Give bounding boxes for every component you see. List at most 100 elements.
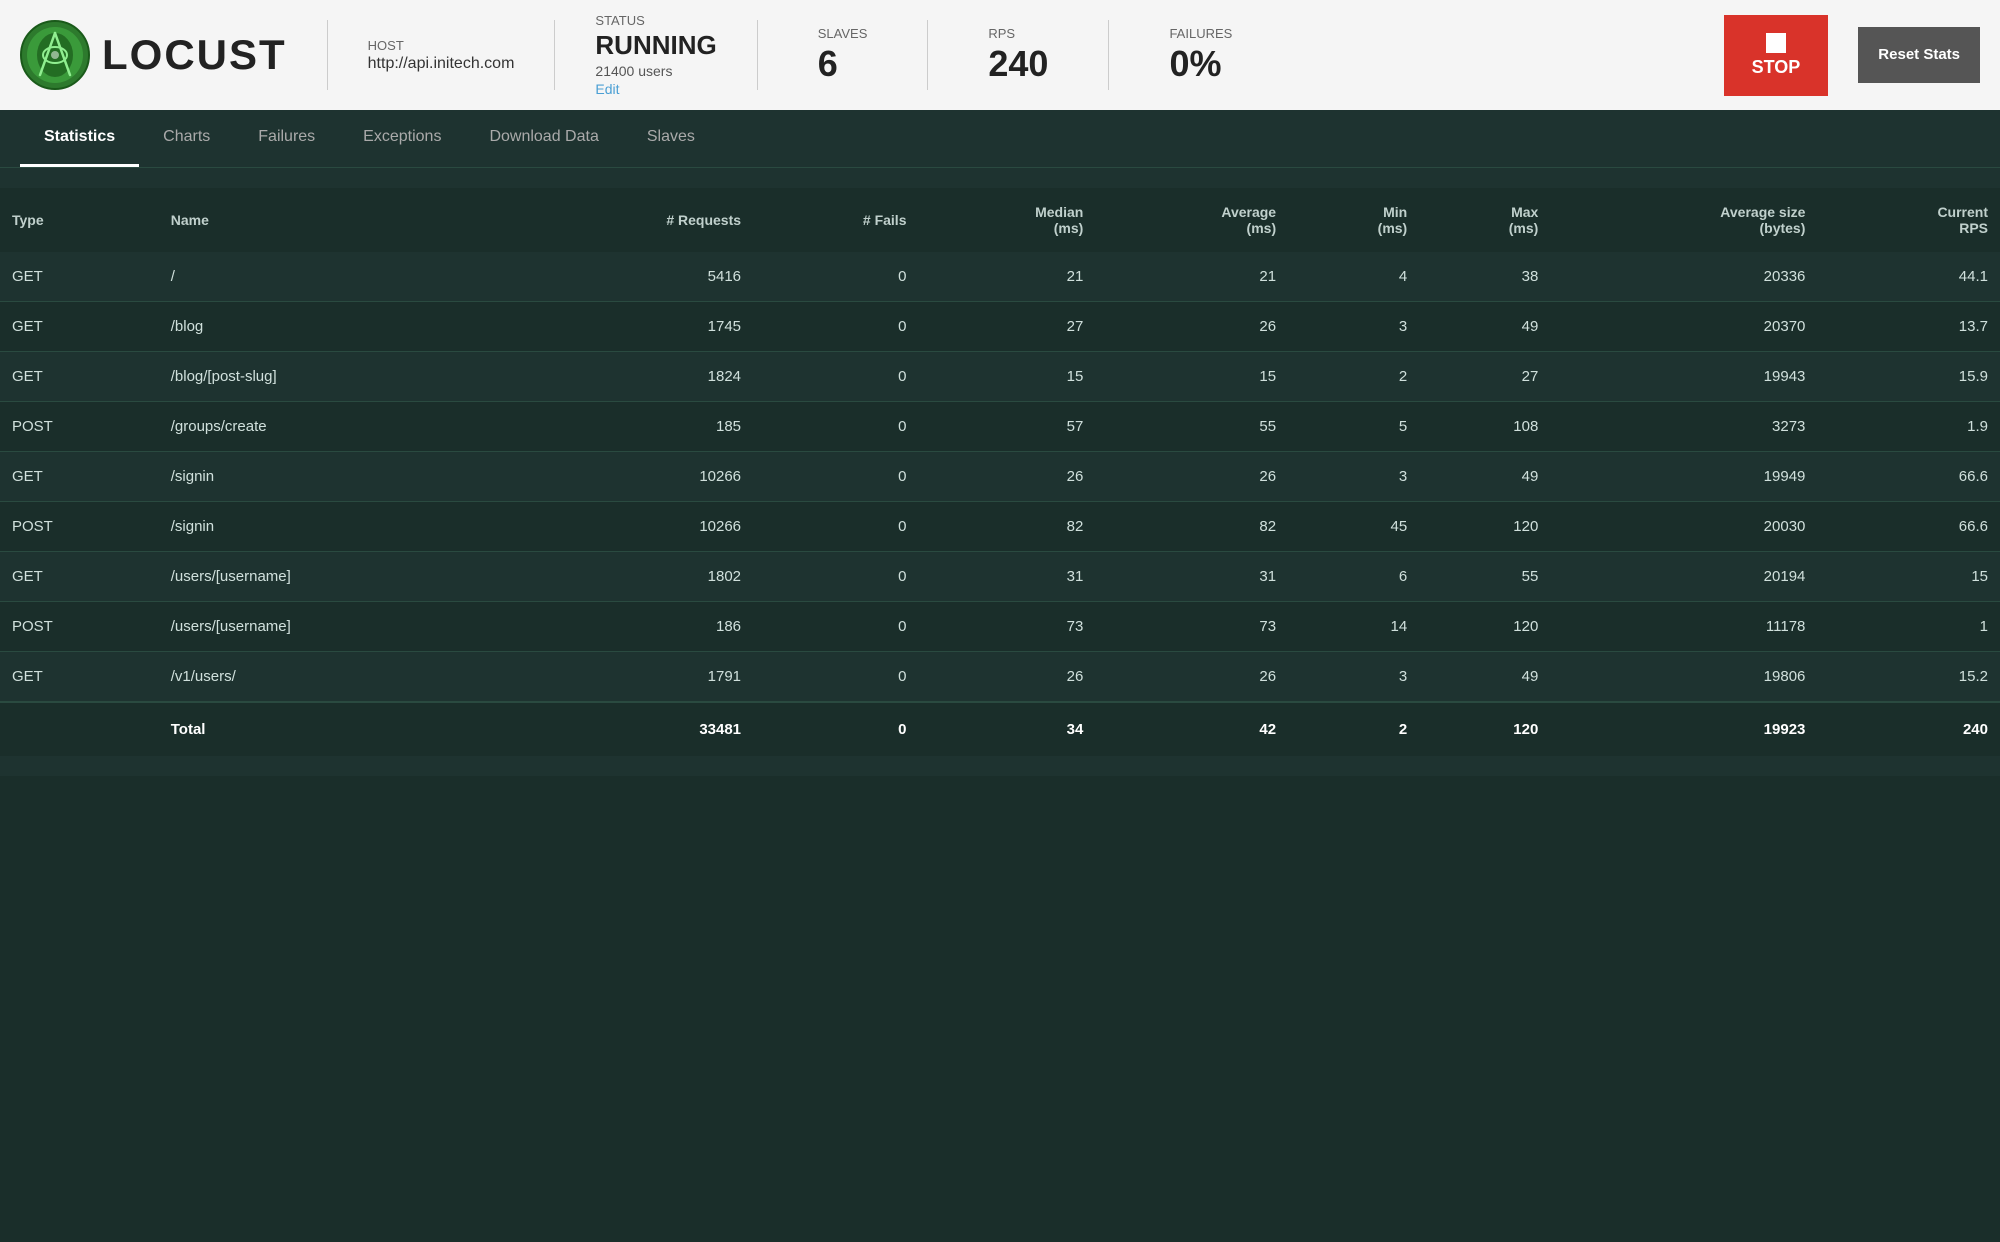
cell-min: 6 [1288,552,1419,602]
header: LOCUST HOST http://api.initech.com STATU… [0,0,2000,110]
statistics-table: Type Name # Requests # Fails Median(ms) … [0,188,2000,756]
cell-current-rps: 15.9 [1817,352,2000,402]
cell-current-rps: 66.6 [1817,452,2000,502]
tab-charts[interactable]: Charts [139,110,234,167]
cell-avg-size: 19806 [1550,652,1817,703]
cell-min: 3 [1288,452,1419,502]
cell-median: 31 [919,552,1096,602]
totals-current-rps: 240 [1817,702,2000,756]
cell-type: GET [0,252,159,302]
table-row: POST /signin 10266 0 82 82 45 120 20030 … [0,502,2000,552]
failures-block: FAILURES 0% [1149,26,1252,85]
cell-average: 55 [1095,402,1288,452]
cell-name: /signin [159,452,512,502]
cell-name: /blog/[post-slug] [159,352,512,402]
cell-requests: 1745 [511,302,753,352]
logo-icon [20,20,90,90]
cell-average: 26 [1095,452,1288,502]
cell-min: 45 [1288,502,1419,552]
status-edit-link[interactable]: Edit [595,81,716,97]
totals-fails: 0 [753,702,918,756]
tab-failures[interactable]: Failures [234,110,339,167]
rps-label: RPS [988,26,1048,41]
host-label: HOST [368,38,515,53]
header-divider-1 [327,20,328,90]
cell-type: GET [0,302,159,352]
totals-type-empty [0,702,159,756]
cell-min: 5 [1288,402,1419,452]
cell-requests: 5416 [511,252,753,302]
col-name: Name [159,188,512,252]
cell-max: 120 [1419,502,1550,552]
cell-type: GET [0,652,159,703]
cell-requests: 10266 [511,502,753,552]
cell-current-rps: 44.1 [1817,252,2000,302]
cell-max: 38 [1419,252,1550,302]
cell-max: 49 [1419,302,1550,352]
stop-icon [1766,33,1786,53]
stop-button[interactable]: STOP [1724,15,1829,96]
cell-min: 4 [1288,252,1419,302]
cell-requests: 1802 [511,552,753,602]
cell-type: POST [0,402,159,452]
cell-type: GET [0,352,159,402]
logo-area: LOCUST [20,20,287,90]
cell-fails: 0 [753,652,918,703]
cell-name: /groups/create [159,402,512,452]
cell-requests: 185 [511,402,753,452]
rps-value: 240 [988,43,1048,85]
table-header-row: Type Name # Requests # Fails Median(ms) … [0,188,2000,252]
cell-avg-size: 11178 [1550,602,1817,652]
cell-avg-size: 20370 [1550,302,1817,352]
cell-median: 21 [919,252,1096,302]
cell-max: 27 [1419,352,1550,402]
cell-type: GET [0,452,159,502]
cell-average: 26 [1095,302,1288,352]
cell-avg-size: 20194 [1550,552,1817,602]
cell-fails: 0 [753,502,918,552]
cell-average: 26 [1095,652,1288,703]
cell-median: 27 [919,302,1096,352]
col-type: Type [0,188,159,252]
status-label: STATUS [595,13,716,28]
cell-avg-size: 20336 [1550,252,1817,302]
tab-statistics[interactable]: Statistics [20,110,139,167]
totals-max: 120 [1419,702,1550,756]
cell-max: 108 [1419,402,1550,452]
tab-slaves[interactable]: Slaves [623,110,719,167]
table-row: GET /blog 1745 0 27 26 3 49 20370 13.7 [0,302,2000,352]
tab-download-data[interactable]: Download Data [465,110,622,167]
reset-stats-button[interactable]: Reset Stats [1858,27,1980,83]
cell-type: POST [0,602,159,652]
cell-fails: 0 [753,552,918,602]
cell-median: 82 [919,502,1096,552]
status-value: RUNNING [595,30,716,61]
cell-max: 49 [1419,652,1550,703]
stop-label: STOP [1752,57,1801,78]
header-divider-3 [757,20,758,90]
cell-fails: 0 [753,352,918,402]
status-block: STATUS RUNNING 21400 users Edit [595,13,716,97]
totals-requests: 33481 [511,702,753,756]
cell-max: 49 [1419,452,1550,502]
cell-current-rps: 15 [1817,552,2000,602]
cell-requests: 1791 [511,652,753,703]
cell-name: /blog [159,302,512,352]
status-users: 21400 users [595,63,716,79]
col-avg-size: Average size(bytes) [1550,188,1817,252]
table-row: GET /signin 10266 0 26 26 3 49 19949 66.… [0,452,2000,502]
cell-average: 15 [1095,352,1288,402]
totals-min: 2 [1288,702,1419,756]
cell-min: 3 [1288,652,1419,703]
cell-name: / [159,252,512,302]
header-divider-2 [554,20,555,90]
cell-fails: 0 [753,402,918,452]
cell-avg-size: 3273 [1550,402,1817,452]
col-max: Max(ms) [1419,188,1550,252]
failures-value: 0% [1169,43,1232,85]
table-row: GET / 5416 0 21 21 4 38 20336 44.1 [0,252,2000,302]
cell-requests: 10266 [511,452,753,502]
table-row: POST /groups/create 185 0 57 55 5 108 32… [0,402,2000,452]
tab-exceptions[interactable]: Exceptions [339,110,465,167]
reset-label: Reset Stats [1878,46,1960,63]
